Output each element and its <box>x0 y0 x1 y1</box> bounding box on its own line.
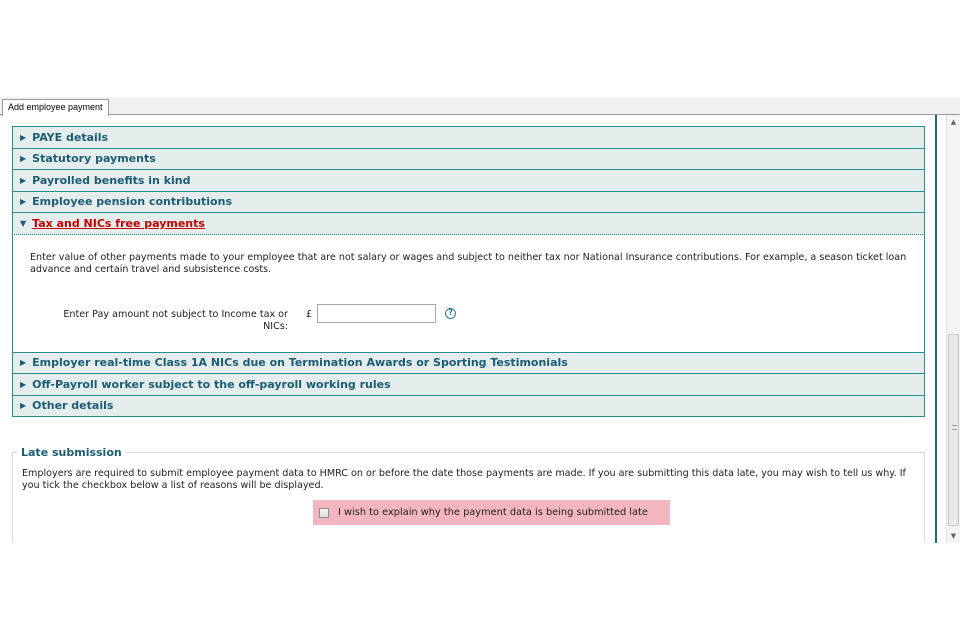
late-submission-checkbox[interactable] <box>319 507 329 518</box>
section-panel-tax-nics: Enter value of other payments made to yo… <box>12 234 925 353</box>
section-payrolled-benefits[interactable]: ▶ Payrolled benefits in kind <box>12 169 925 192</box>
scroll-thumb[interactable] <box>948 334 959 526</box>
section-label: Employer real-time Class 1A NICs due on … <box>32 356 568 370</box>
content-divider <box>935 115 937 543</box>
section-statutory-payments[interactable]: ▶ Statutory payments <box>12 147 925 170</box>
form-content: ▶ PAYE details ▶ Statutory payments ▶ Pa… <box>0 115 935 543</box>
section-employee-pension[interactable]: ▶ Employee pension contributions <box>12 190 925 213</box>
late-submission-group: Late submission Employers are required t… <box>12 446 925 543</box>
section-off-payroll-worker[interactable]: ▶ Off-Payroll worker subject to the off-… <box>12 373 925 396</box>
section-label: Payrolled benefits in kind <box>32 173 191 187</box>
late-submission-description: Employers are required to submit employe… <box>22 468 906 491</box>
panel-description: Enter value of other payments made to yo… <box>30 251 907 275</box>
section-label: Off-Payroll worker subject to the off-pa… <box>32 377 391 391</box>
scroll-up-arrow-icon[interactable]: ▲ <box>947 115 960 129</box>
caret-right-icon: ▶ <box>20 132 27 142</box>
late-submission-checkbox-label[interactable]: I wish to explain why the payment data i… <box>338 507 648 518</box>
section-label: Tax and NICs free payments <box>32 216 205 230</box>
section-tax-nics-free-payments[interactable]: ▼ Tax and NICs free payments <box>12 212 925 235</box>
section-employer-class1a-nics[interactable]: ▶ Employer real-time Class 1A NICs due o… <box>12 351 925 374</box>
late-submission-title: Late submission <box>17 446 126 459</box>
caret-right-icon: ▶ <box>20 358 27 368</box>
caret-right-icon: ▶ <box>20 154 27 164</box>
section-label: PAYE details <box>32 130 109 144</box>
caret-right-icon: ▶ <box>20 401 27 411</box>
caret-right-icon: ▶ <box>20 197 27 207</box>
scroll-grip-icon <box>952 425 957 430</box>
accordion: ▶ PAYE details ▶ Statutory payments ▶ Pa… <box>12 126 925 417</box>
caret-right-icon: ▶ <box>20 175 27 185</box>
caret-down-icon: ▼ <box>20 218 27 228</box>
app-window: Add employee payment ▶ PAYE details ▶ St… <box>0 97 960 543</box>
tab-add-employee-payment[interactable]: Add employee payment <box>2 99 109 116</box>
section-label: Employee pension contributions <box>32 195 232 209</box>
pay-amount-label: Enter Pay amount not subject to Income t… <box>63 308 288 332</box>
late-submission-checkbox-row[interactable]: I wish to explain why the payment data i… <box>313 500 670 525</box>
scroll-down-arrow-icon[interactable]: ▼ <box>947 529 960 543</box>
section-other-details[interactable]: ▶ Other details <box>12 394 925 417</box>
section-label: Statutory payments <box>32 152 156 166</box>
tab-strip: Add employee payment <box>0 97 960 116</box>
currency-symbol: £ <box>306 308 313 320</box>
pay-amount-input[interactable] <box>317 303 436 323</box>
caret-right-icon: ▶ <box>20 379 27 389</box>
section-label: Other details <box>32 399 114 413</box>
help-icon[interactable]: ? <box>445 307 456 319</box>
section-paye-details[interactable]: ▶ PAYE details <box>12 126 925 149</box>
vertical-scrollbar[interactable]: ▲ ▼ <box>946 115 960 543</box>
